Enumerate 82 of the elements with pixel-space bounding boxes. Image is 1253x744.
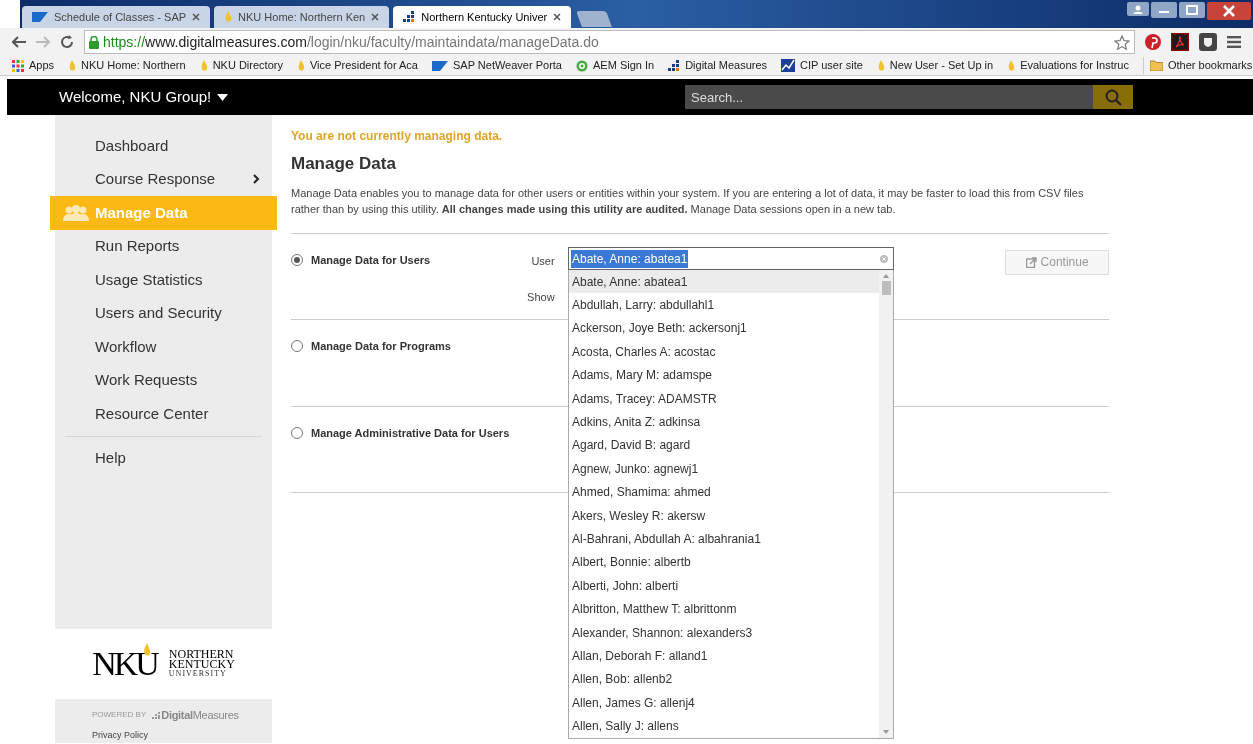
sidebar-item[interactable]: Course Response (55, 162, 272, 196)
bar-grid-icon (403, 11, 416, 23)
sap-logo-icon (431, 60, 448, 71)
flame-icon (68, 59, 77, 72)
radio-button[interactable] (291, 426, 303, 439)
sidebar-item[interactable]: Work Requests (55, 363, 272, 397)
page-title: Manage Data (291, 153, 397, 175)
bookmark[interactable]: New User - Set Up in (876, 57, 994, 74)
reload-icon[interactable] (60, 35, 74, 49)
user-select-field[interactable]: Abate, Anne: abatea1 (568, 247, 894, 270)
bookmark[interactable]: NKU Directory (199, 57, 283, 74)
notice-text: You are not currently managing data. (291, 128, 504, 145)
flame-icon (876, 59, 885, 72)
search-field[interactable]: Search... (685, 85, 1093, 109)
chart-icon (781, 59, 796, 72)
star-icon[interactable] (1114, 34, 1130, 50)
close-icon[interactable] (553, 13, 562, 21)
search-icon (1104, 88, 1122, 106)
folder-icon (1150, 60, 1163, 71)
bookmark[interactable]: SAP NetWeaver Porta (431, 57, 562, 74)
bookmark[interactable]: CIP user site (781, 57, 863, 74)
radio-button[interactable] (291, 253, 303, 266)
browser-tab[interactable]: NKU Home: Northern Ken (214, 6, 390, 28)
bookmark[interactable]: AEM Sign In (576, 57, 655, 74)
powered-by-text: POWERED BY (92, 709, 147, 722)
minimize-icon[interactable] (1151, 2, 1177, 20)
radio-option[interactable]: Manage Administrative Data for Users (291, 424, 521, 441)
sidebar-item[interactable]: Users and Security (55, 296, 272, 330)
url-text: https://www.digitalmeasures.com/login/nku/faculty/maintaindata/manageData.do (103, 32, 600, 52)
sap-logo-icon (32, 12, 48, 22)
ring-icon (576, 59, 588, 72)
lock-icon (89, 35, 99, 49)
restore-icon[interactable] (1179, 2, 1205, 20)
bookmark[interactable]: Digital Measures (668, 57, 768, 74)
bookmark[interactable]: Vice President for Aca (296, 57, 418, 74)
dropdown-option[interactable]: Abate, Anne: abatea1 (569, 270, 879, 294)
menu-icon[interactable] (1227, 36, 1241, 48)
help-link[interactable]: Help (55, 441, 272, 475)
bookmark[interactable]: Apps (12, 57, 55, 74)
people-icon (62, 204, 90, 221)
apps-grid-icon (12, 59, 24, 72)
search-button[interactable] (1093, 85, 1133, 109)
brand-logo: DigitalMeasures (152, 707, 239, 724)
sidebar-item[interactable]: Usage Statistics (55, 263, 272, 297)
logo-text: NORTHERN (168, 649, 234, 659)
shield-icon[interactable] (1199, 33, 1217, 51)
radio-button[interactable] (291, 339, 303, 352)
sidebar-item[interactable]: Resource Center (55, 397, 272, 431)
browser-tab[interactable]: Northern Kentucky Univer (393, 6, 572, 28)
bookmark[interactable]: NKU Home: Northern (68, 57, 186, 74)
radio-option[interactable]: Manage Data for Users (291, 251, 521, 268)
flame-icon (199, 59, 208, 72)
flame-icon (296, 59, 305, 72)
bookmark[interactable]: Evaluations for Instruc (1007, 57, 1129, 74)
flame-icon (224, 11, 233, 23)
user-menu[interactable]: Welcome, NKU Group! (59, 85, 229, 109)
bar-grid-icon (668, 59, 681, 72)
chevron-icon[interactable] (253, 174, 260, 185)
caret-icon (217, 93, 229, 101)
flame-icon (1007, 59, 1016, 72)
radio-option[interactable]: Manage Data for Programs (291, 337, 521, 354)
logo-text: KENTUCKY (168, 659, 235, 669)
address-field[interactable]: https://www.digitalmeasures.com/login/nku/faculty/maintaindata/manageData.do (84, 30, 1135, 54)
privacy-policy-link[interactable]: Privacy Policy (92, 728, 272, 742)
close-icon[interactable] (192, 13, 201, 21)
field-label: User (531, 253, 555, 269)
sidebar-item[interactable]: Dashboard (55, 129, 272, 163)
close-icon[interactable] (371, 13, 380, 21)
logo-text: UNIVERSITY (168, 669, 228, 679)
sidebar-item[interactable]: Run Reports (55, 229, 272, 263)
description-text: Manage Data enables you to manage data for other users or entities within your system. If you are entering a lot of data, it may be faster to load this from CSV files rather than by using this utility. All changes made using this utility are audited. Manage Data sessions open in a new tab. (291, 185, 1085, 217)
pdf-icon[interactable] (1171, 33, 1189, 51)
scrollbar[interactable] (879, 270, 893, 738)
field-label: Show (527, 290, 555, 305)
close-icon[interactable] (1207, 2, 1251, 20)
browser-tab[interactable]: Schedule of Classes - SAP (22, 6, 211, 28)
new-tab-button[interactable] (576, 11, 613, 27)
back-arrow-icon[interactable] (12, 36, 26, 48)
sidebar-item[interactable]: Workflow (55, 330, 272, 364)
external-link-icon (1025, 256, 1037, 268)
bookmark[interactable]: Other bookmarks (1143, 57, 1253, 74)
pin-icon[interactable] (1145, 34, 1161, 50)
